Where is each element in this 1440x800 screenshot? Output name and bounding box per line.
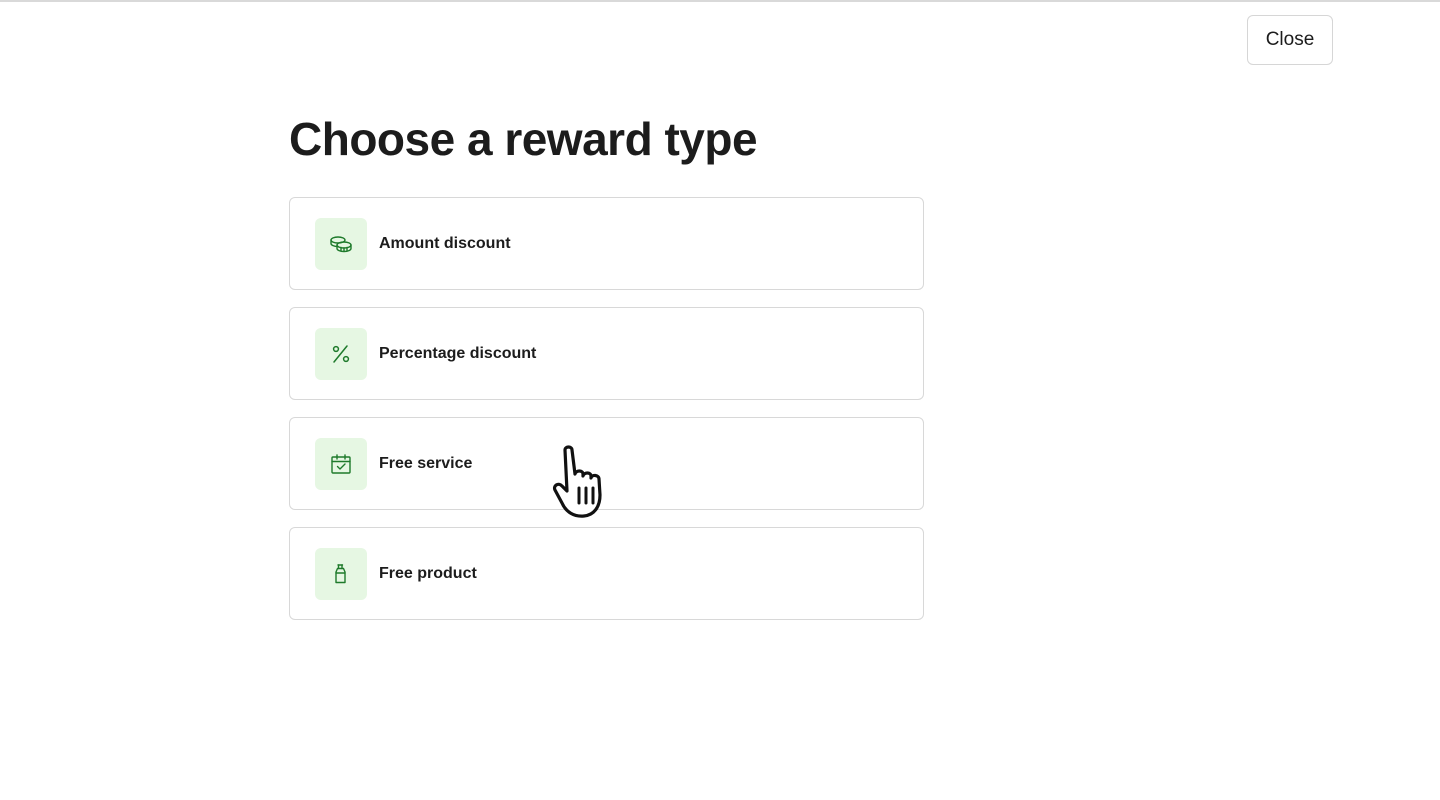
close-button[interactable]: Close: [1247, 15, 1333, 65]
reward-type-list: Amount discount Percentage discount Free…: [289, 197, 924, 637]
coins-icon: [315, 217, 367, 270]
option-amount-discount[interactable]: Amount discount: [289, 197, 924, 290]
option-free-product[interactable]: Free product: [289, 527, 924, 620]
percent-icon: [315, 327, 367, 380]
option-label: Percentage discount: [379, 344, 537, 362]
option-free-service[interactable]: Free service: [289, 417, 924, 510]
option-label: Free product: [379, 564, 477, 582]
bottle-icon: [315, 547, 367, 600]
option-label: Free service: [379, 454, 473, 472]
calendar-check-icon: [315, 437, 367, 490]
option-percentage-discount[interactable]: Percentage discount: [289, 307, 924, 400]
top-divider: [0, 0, 1440, 2]
page-title: Choose a reward type: [289, 113, 758, 165]
option-label: Amount discount: [379, 234, 511, 252]
